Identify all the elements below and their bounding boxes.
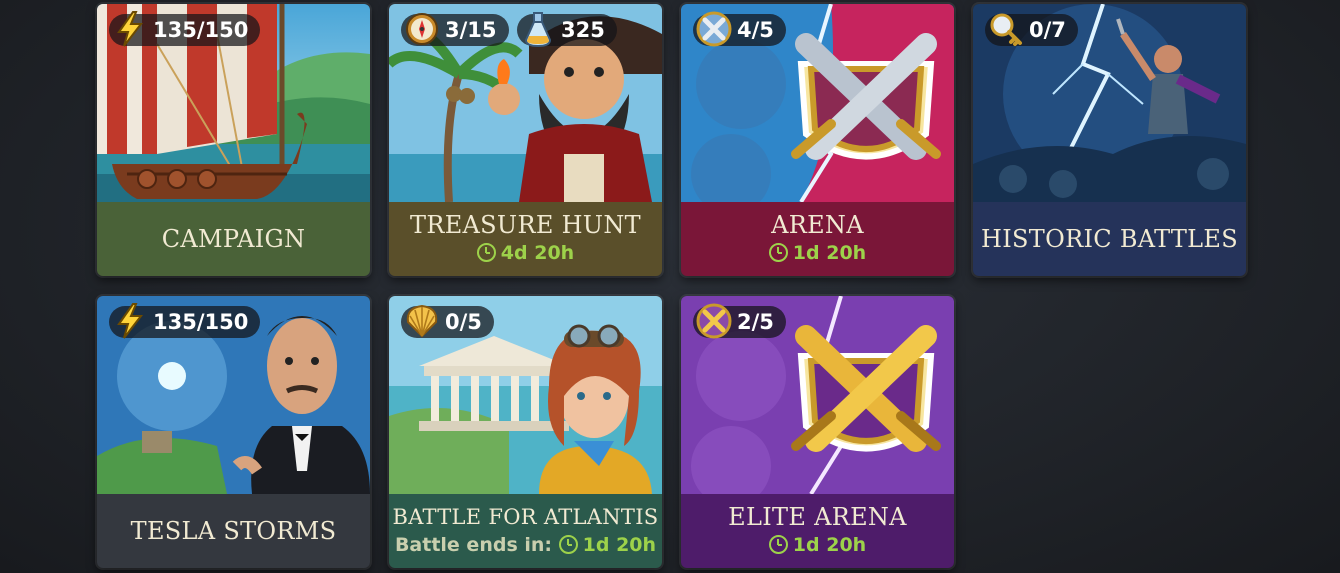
elite-token-badge: 2/5 (693, 303, 786, 339)
timer-prefix: Battle ends in: (394, 534, 553, 556)
potion-flask-icon (519, 10, 557, 48)
event-timer: Battle ends in: 1d 20h (389, 532, 662, 558)
card-title: ARENA (771, 211, 864, 239)
elite-token-value: 2/5 (737, 310, 774, 334)
card-title: TESLA STORMS (130, 517, 337, 545)
quest-badge: 0/7 (985, 13, 1078, 46)
clock-icon (768, 535, 788, 554)
clock-icon (558, 535, 578, 554)
event-timer: 1d 20h (681, 532, 954, 558)
potion-value: 325 (561, 18, 605, 42)
tesla-storms-label: TESLA STORMS (97, 494, 370, 568)
timer-value: 4d 20h (500, 242, 575, 264)
card-title: ELITE ARENA (728, 503, 907, 531)
timer-value: 1d 20h (792, 242, 867, 264)
energy-value: 135/150 (153, 310, 249, 334)
magnifier-key-icon (987, 10, 1025, 48)
campaign-label: CAMPAIGN (97, 202, 370, 276)
card-title: BATTLE FOR ATLANTIS (392, 505, 659, 529)
compass-icon (403, 10, 441, 48)
mode-card-tesla-storms[interactable]: 135/150 TESLA STORMS (97, 296, 370, 568)
energy-badge: 135/150 (109, 11, 261, 47)
clock-icon (768, 243, 788, 262)
energy-bolt-icon (111, 302, 149, 340)
clock-icon (476, 243, 496, 262)
historic-battles-label: HISTORIC BATTLES (973, 202, 1246, 276)
seashell-icon (403, 302, 441, 340)
compass-value: 3/15 (445, 18, 497, 42)
mode-card-treasure-hunt[interactable]: 3/15 325 TREASURE HUNT 4d 20h (389, 4, 662, 276)
quest-value: 0/7 (1029, 18, 1066, 42)
potion-badge: 325 (517, 12, 617, 48)
energy-badge: 135/150 (109, 303, 261, 339)
mode-card-historic-battles[interactable]: 0/7 HISTORIC BATTLES (973, 4, 1246, 276)
event-timer: 1d 20h (681, 240, 954, 266)
compass-badge: 3/15 (401, 13, 509, 46)
arena-label: ARENA 1d 20h (681, 202, 954, 276)
mode-card-campaign[interactable]: 135/150 CAMPAIGN (97, 4, 370, 276)
card-title: TREASURE HUNT (410, 211, 641, 239)
shell-value: 0/5 (445, 310, 482, 334)
energy-value: 135/150 (153, 18, 249, 42)
card-title: CAMPAIGN (161, 225, 306, 253)
treasure-hunt-label: TREASURE HUNT 4d 20h (389, 202, 662, 276)
shell-badge: 0/5 (401, 304, 494, 338)
mode-card-elite-arena[interactable]: 2/5 ELITE ARENA 1d 20h (681, 296, 954, 568)
card-title: HISTORIC BATTLES (981, 225, 1238, 253)
elite-arena-label: ELITE ARENA 1d 20h (681, 494, 954, 568)
battle-for-atlantis-label: BATTLE FOR ATLANTIS Battle ends in: 1d 2… (389, 494, 662, 568)
mode-card-arena[interactable]: 4/5 ARENA 1d 20h (681, 4, 954, 276)
mode-card-battle-for-atlantis[interactable]: 0/5 BATTLE FOR ATLANTIS Battle ends in: … (389, 296, 662, 568)
arena-token-badge: 4/5 (693, 11, 786, 47)
crossed-swords-token-icon (695, 10, 733, 48)
energy-bolt-icon (111, 10, 149, 48)
arena-token-value: 4/5 (737, 18, 774, 42)
event-timer: 4d 20h (389, 240, 662, 266)
timer-value: 1d 20h (792, 534, 867, 556)
gold-crossed-swords-token-icon (695, 302, 733, 340)
timer-value: 1d 20h (582, 534, 657, 556)
